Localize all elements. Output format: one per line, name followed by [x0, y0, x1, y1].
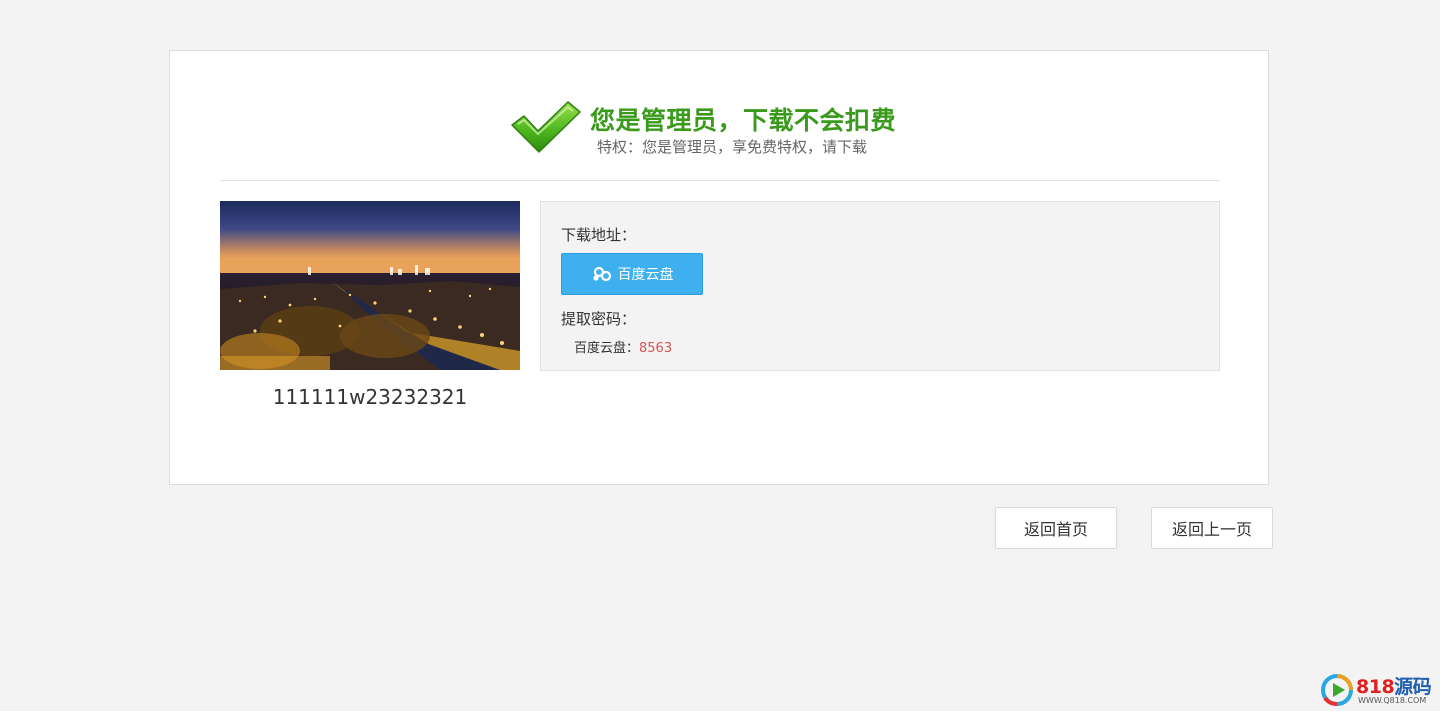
watermark-brand-number: 818 [1356, 676, 1395, 698]
watermark-brand-text: 源码 [1394, 676, 1432, 698]
password-code: 8563 [639, 341, 673, 356]
resource-thumbnail [220, 201, 520, 370]
night-city-thumbnail-image [220, 201, 520, 370]
extract-password-line: 百度云盘：8563 [574, 337, 672, 356]
download-panel: 下载地址： 百度云盘 提取密码： 百度云盘：8563 [540, 201, 1220, 371]
extract-password-label: 提取密码： [561, 310, 637, 328]
download-card: 您是管理员，下载不会扣费 特权：您是管理员，享免费特权，请下载 111111w2… [169, 50, 1269, 485]
baidu-cloud-icon [592, 266, 611, 282]
download-address-label: 下载地址： [561, 226, 637, 244]
page-subtitle: 特权：您是管理员，享免费特权，请下载 [597, 138, 868, 156]
page-title: 您是管理员，下载不会扣费 [590, 106, 897, 135]
back-previous-page-button[interactable]: 返回上一页 [1151, 507, 1273, 549]
resource-name: 111111w23232321 [272, 385, 468, 409]
download-header: 您是管理员，下载不会扣费 特权：您是管理员，享免费特权，请下载 [170, 51, 1268, 181]
checkmark-icon [511, 101, 581, 153]
watermark-url: WWW.Q818.COM [1358, 696, 1427, 705]
password-source: 百度云盘： [574, 341, 640, 356]
play-logo-icon [1321, 674, 1353, 706]
header-divider [220, 180, 1220, 181]
baidu-cloud-button-label: 百度云盘 [617, 267, 674, 283]
back-to-home-button[interactable]: 返回首页 [995, 507, 1117, 549]
baidu-cloud-download-button[interactable]: 百度云盘 [561, 253, 703, 295]
watermark-brand: 818源码 [1356, 672, 1432, 699]
site-watermark: 818源码 WWW.Q818.COM [1320, 672, 1434, 708]
